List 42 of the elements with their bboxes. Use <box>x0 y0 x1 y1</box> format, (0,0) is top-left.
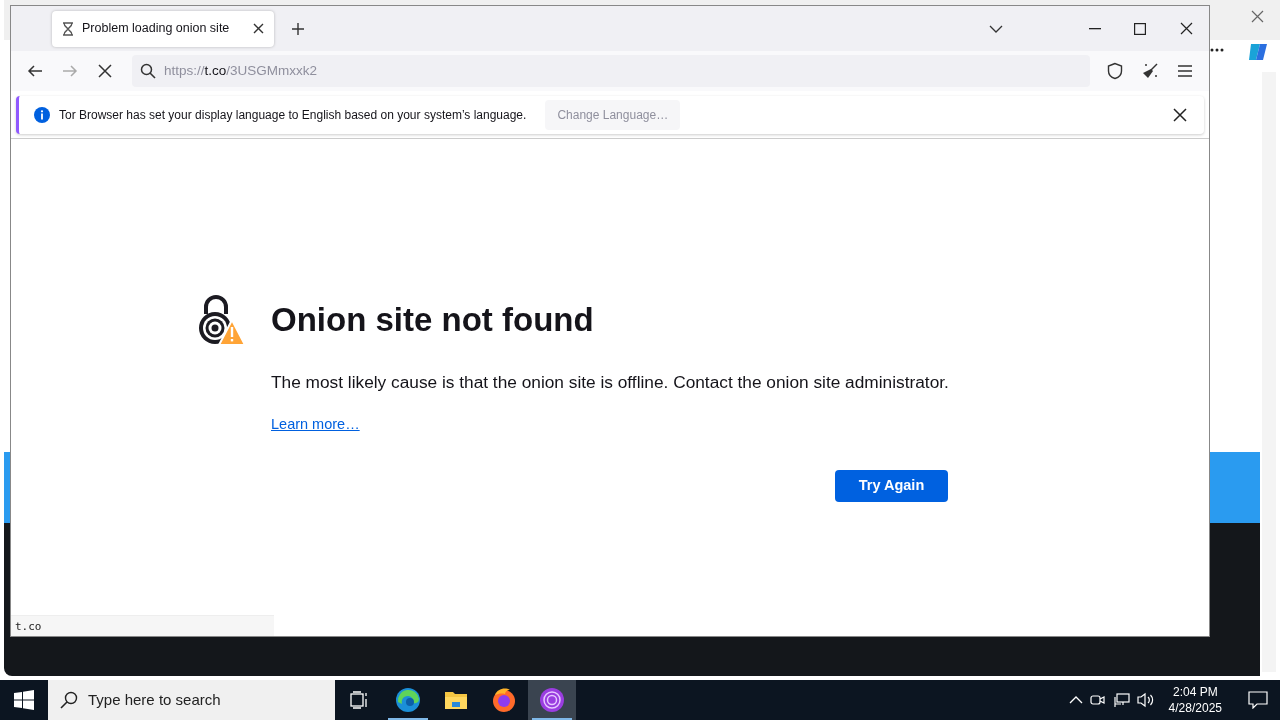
taskbar-app-button[interactable] <box>528 680 576 720</box>
onion-icon <box>539 687 565 713</box>
status-text: t.co <box>11 615 274 636</box>
fox-globe-icon <box>491 687 517 713</box>
volume-icon[interactable] <box>1136 692 1155 708</box>
try-again-button[interactable]: Try Again <box>835 469 948 502</box>
address-bar[interactable]: https://t.co/3USGMmxxk2 <box>132 55 1090 87</box>
error-message: The most likely cause is that the onion site is offline. Contact the onion site administrator. <box>271 371 950 394</box>
error-title: Onion site not found <box>271 300 594 340</box>
chevron-up-icon[interactable] <box>1068 695 1083 705</box>
camera-icon[interactable] <box>1088 692 1107 708</box>
speech-bubble-icon <box>1248 691 1268 709</box>
arrow-left-icon <box>27 63 43 79</box>
windows-icon <box>14 690 34 710</box>
clock[interactable]: 2:04 PM 4/28/2025 <box>1160 683 1230 717</box>
learn-more-link[interactable]: Learn more… <box>271 415 360 432</box>
info-icon <box>34 107 50 123</box>
close-icon[interactable] <box>253 23 264 34</box>
search-placeholder: Type here to search <box>88 689 221 710</box>
notification-message: Tor Browser has set your display language to English based on your system’s language. <box>59 107 527 124</box>
tab-title: Problem loading onion site <box>82 20 231 38</box>
url-text: https://t.co/3USGMmxxk2 <box>164 61 318 80</box>
arrow-right-icon <box>62 63 78 79</box>
task-view-icon <box>350 691 370 709</box>
network-icon[interactable] <box>1112 692 1131 708</box>
minimize-icon <box>1089 27 1101 30</box>
close-icon <box>1173 108 1187 122</box>
search-icon <box>60 691 78 709</box>
menu-icon <box>1177 64 1193 78</box>
maximize-icon <box>1134 22 1146 35</box>
more-icon[interactable] <box>1210 48 1224 52</box>
edge-icon <box>395 687 421 713</box>
search-box[interactable]: Type here to search <box>48 680 335 720</box>
broom-icon <box>1141 62 1159 80</box>
tab[interactable]: Problem loading onion site <box>52 10 274 47</box>
close-icon <box>98 64 112 78</box>
close-icon <box>1179 22 1193 35</box>
folder-icon <box>444 690 468 710</box>
search-icon <box>140 63 156 79</box>
chevron-down-icon <box>989 24 1003 33</box>
plus-icon <box>291 21 305 36</box>
shield-icon <box>1106 62 1124 80</box>
